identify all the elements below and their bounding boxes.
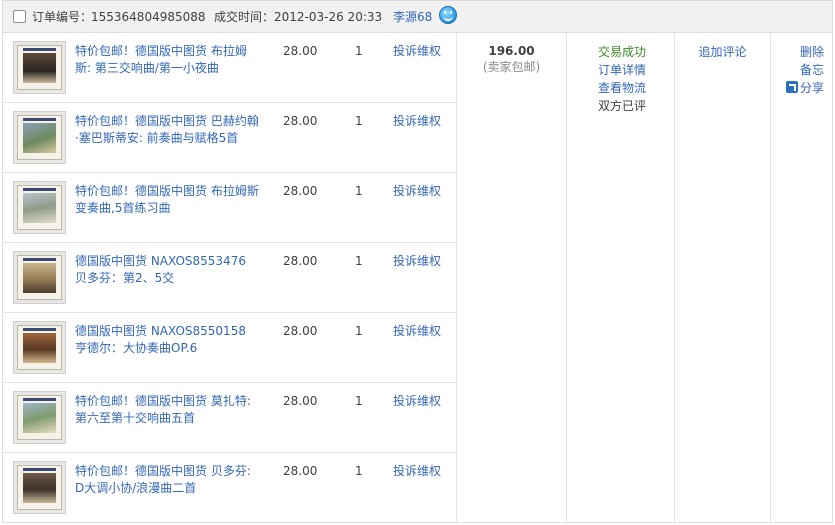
deal-time: 2012-03-26 20:33: [274, 10, 383, 24]
total-amount: 196.00: [488, 44, 535, 58]
order-header: 订单编号： 155364804985088 成交时间： 2012-03-26 2…: [3, 1, 832, 33]
item-quantity: 1: [355, 114, 363, 128]
item-price: 28.00: [283, 324, 318, 338]
item-price: 28.00: [283, 114, 318, 128]
seller-link[interactable]: 李源68: [393, 10, 432, 24]
item-price: 28.00: [283, 394, 318, 408]
item-quantity: 1: [355, 184, 363, 198]
cd-thumbnail-image[interactable]: [13, 461, 66, 514]
order-item: 德国版中图货 NAXOS8553476 贝多芬：第2、5交 28.00 1 投诉…: [3, 243, 456, 313]
cd-thumbnail-image[interactable]: [13, 111, 66, 164]
add-review-link[interactable]: 追加评论: [675, 43, 770, 61]
cd-thumbnail-image[interactable]: [13, 391, 66, 444]
share-button[interactable]: 分享: [771, 79, 824, 97]
item-price: 28.00: [283, 184, 318, 198]
order-item: 特价包邮！德国版中图货 贝多芬: D大调小协/浪漫曲二首 28.00 1 投诉维…: [3, 453, 456, 523]
chat-bubble-icon[interactable]: [439, 6, 457, 24]
deal-time-label: 成交时间：: [214, 10, 275, 24]
item-price: 28.00: [283, 254, 318, 268]
order-item: 德国版中图货 NAXOS8550158 亨德尔：大协奏曲OP.6 28.00 1…: [3, 313, 456, 383]
share-icon: [785, 81, 798, 93]
trade-status: 交易成功: [598, 45, 647, 59]
order-item: 特价包邮！德国版中图货 巴赫约翰·塞巴斯蒂安: 前奏曲与赋格5首 28.00 1…: [3, 103, 456, 173]
item-quantity: 1: [355, 254, 363, 268]
item-title-link[interactable]: 德国版中图货 NAXOS8550158 亨德尔：大协奏曲OP.6: [75, 323, 261, 357]
order-item: 特价包邮！德国版中图货 布拉姆斯: 第三交响曲/第一小夜曲 28.00 1 投诉…: [3, 33, 456, 103]
delete-link[interactable]: 删除: [771, 43, 824, 61]
order-number-label: 订单编号：: [32, 10, 93, 24]
order-item: 特价包邮！德国版中图货 布拉姆斯变奏曲,5首练习曲 28.00 1 投诉维权: [3, 173, 456, 243]
view-logistics-link[interactable]: 查看物流: [567, 79, 674, 97]
order-select-checkbox[interactable]: [13, 10, 26, 23]
item-quantity: 1: [355, 394, 363, 408]
item-title-link[interactable]: 特价包邮！德国版中图货 布拉姆斯变奏曲,5首练习曲: [75, 183, 261, 217]
item-title-link[interactable]: 特价包邮！德国版中图货 莫扎特: 第六至第十交响曲五首: [75, 393, 261, 427]
item-title-link[interactable]: 德国版中图货 NAXOS8553476 贝多芬：第2、5交: [75, 253, 261, 287]
item-price: 28.00: [283, 44, 318, 58]
order-item: 特价包邮！德国版中图货 莫扎特: 第六至第十交响曲五首 28.00 1 投诉维权: [3, 383, 456, 453]
shipping-note: (卖家包邮): [482, 60, 541, 74]
complaint-link[interactable]: 投诉维权: [393, 323, 441, 340]
memo-link[interactable]: 备忘: [771, 61, 824, 79]
item-title-link[interactable]: 特价包邮！德国版中图货 巴赫约翰·塞巴斯蒂安: 前奏曲与赋格5首: [75, 113, 261, 147]
order-card: 订单编号： 155364804985088 成交时间： 2012-03-26 2…: [2, 0, 833, 523]
order-total-column: 196.00 (卖家包邮): [456, 33, 566, 522]
complaint-link[interactable]: 投诉维权: [393, 253, 441, 270]
cd-thumbnail-image[interactable]: [13, 181, 66, 234]
operations-column: 删除 备忘 分享: [770, 33, 832, 522]
item-quantity: 1: [355, 464, 363, 478]
cd-thumbnail-image[interactable]: [13, 251, 66, 304]
order-status-column: 交易成功 订单详情 查看物流 双方已评: [566, 33, 674, 522]
complaint-link[interactable]: 投诉维权: [393, 463, 441, 480]
cd-thumbnail-image[interactable]: [13, 321, 66, 374]
item-quantity: 1: [355, 324, 363, 338]
cd-thumbnail-image[interactable]: [13, 41, 66, 94]
complaint-link[interactable]: 投诉维权: [393, 113, 441, 130]
complaint-link[interactable]: 投诉维权: [393, 43, 441, 60]
share-label: 分享: [799, 81, 824, 95]
review-column: 追加评论: [674, 33, 770, 522]
item-title-link[interactable]: 特价包邮！德国版中图货 布拉姆斯: 第三交响曲/第一小夜曲: [75, 43, 261, 77]
order-items: 特价包邮！德国版中图货 布拉姆斯: 第三交响曲/第一小夜曲 28.00 1 投诉…: [3, 33, 456, 523]
item-title-link[interactable]: 特价包邮！德国版中图货 贝多芬: D大调小协/浪漫曲二首: [75, 463, 261, 497]
complaint-link[interactable]: 投诉维权: [393, 393, 441, 410]
review-state: 双方已评: [598, 99, 647, 113]
item-price: 28.00: [283, 464, 318, 478]
complaint-link[interactable]: 投诉维权: [393, 183, 441, 200]
order-detail-link[interactable]: 订单详情: [567, 61, 674, 79]
order-number: 155364804985088: [91, 10, 206, 24]
item-quantity: 1: [355, 44, 363, 58]
